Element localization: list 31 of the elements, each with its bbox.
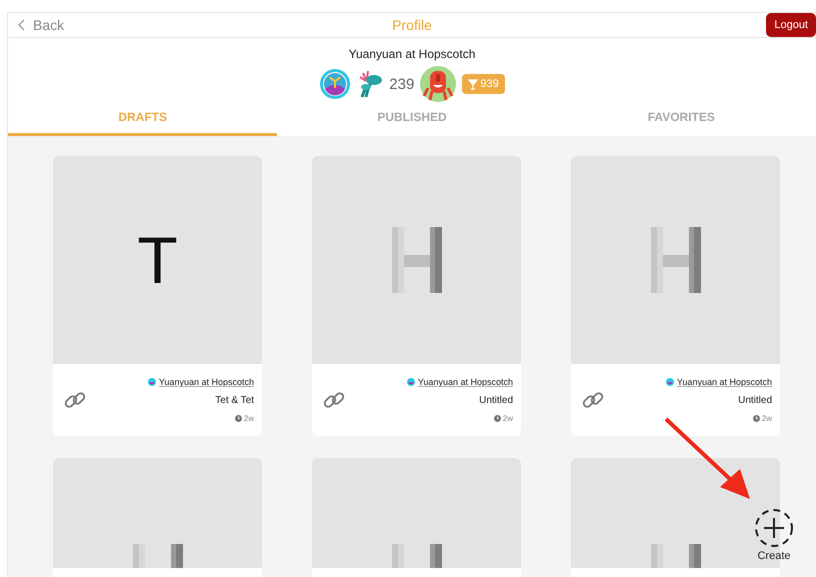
clock-icon [752, 415, 760, 422]
project-title: Tet & Tet [215, 395, 254, 406]
project-card[interactable]: T Yuanyuan at Hopscotch Tet & Tet 2w [53, 156, 262, 436]
h-logo-icon [392, 227, 442, 293]
project-age: 2w [752, 414, 772, 423]
author-link[interactable]: Yuanyuan at Hopscotch [148, 377, 254, 387]
avatar-icon [406, 378, 415, 386]
author-link[interactable]: Yuanyuan at Hopscotch [666, 377, 772, 387]
project-age: 2w [234, 414, 254, 423]
thumbnail-letter: T [137, 222, 178, 298]
follower-count: 239 [389, 76, 414, 92]
clock-icon [234, 415, 242, 422]
project-title: Untitled [738, 395, 772, 406]
project-card[interactable]: Yuanyuan at Hopscotch Untitled 2w [571, 156, 780, 436]
project-card[interactable]: Yuanyuan at Hopscotch Untitled 2w [312, 156, 521, 436]
project-title: Untitled [479, 395, 513, 406]
monster-avatar-icon [420, 66, 456, 102]
avatar-icon [666, 378, 674, 386]
project-age: 2w [494, 414, 513, 423]
author-link[interactable]: Yuanyuan at Hopscotch [406, 377, 513, 387]
mushroom-icon [357, 69, 384, 99]
h-logo-icon [650, 227, 700, 293]
trophy-icon [468, 78, 478, 90]
score-badge: 939 [462, 74, 505, 94]
page-title: Profile [392, 17, 432, 33]
clock-icon [494, 415, 501, 422]
logout-button[interactable]: Logout [766, 13, 816, 37]
chevron-left-icon [18, 19, 25, 31]
profile-name: Yuanyuan at Hopscotch [348, 47, 476, 61]
avatar-icon [148, 378, 156, 386]
avatar-icon [319, 68, 352, 100]
